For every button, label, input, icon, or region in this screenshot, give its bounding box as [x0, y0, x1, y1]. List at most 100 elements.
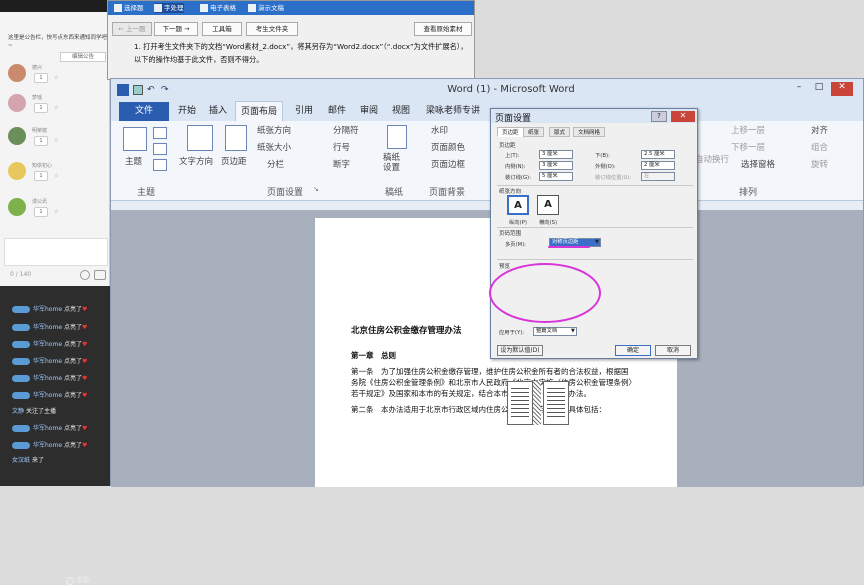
gutter-field[interactable]: 5 厘米 [539, 172, 573, 181]
user-action-icon[interactable]: ☆ [54, 209, 58, 215]
text-direction-icon[interactable] [187, 125, 213, 151]
breaks-button[interactable]: 分隔符 [333, 124, 359, 136]
user-action-icon[interactable]: ☆ [54, 138, 58, 144]
landscape-label: 横向(S) [539, 220, 558, 226]
auto-wrap-button[interactable]: 自动换行 [695, 153, 729, 165]
tab-doc-grid[interactable]: 文档网格 [573, 127, 606, 137]
ribbon: 主题 文字方向 页边距 纸张方向 纸张大小 分栏 分隔符 行号 断字 稿纸设置 … [111, 121, 863, 201]
size-button[interactable]: 纸张大小 [257, 141, 291, 153]
window-title: Word (1) - Microsoft Word [447, 84, 575, 95]
chevron-down-icon[interactable]: ▼ [595, 239, 599, 245]
tab-mailings[interactable]: 邮件 [323, 101, 351, 121]
tab-layout[interactable]: 版式 [549, 127, 571, 137]
page-setup-launcher-icon[interactable]: ↘ [313, 185, 319, 193]
margins-section-label: 页边距 [499, 143, 516, 149]
user-item[interactable]: 德兴 1 ☆ [8, 64, 108, 84]
folder-button[interactable]: 考生文件夹 [246, 22, 298, 36]
draft-icon[interactable] [387, 125, 407, 149]
rotate-button[interactable]: 旋转 [811, 158, 828, 170]
tab-view[interactable]: 视图 [387, 101, 415, 121]
help-button[interactable]: ? 求助 [66, 575, 90, 585]
level-badge [12, 341, 30, 348]
orientation-button[interactable]: 纸张方向 [257, 124, 291, 136]
tab-excel[interactable]: 电子表格 [200, 3, 236, 13]
minimize-button[interactable]: – [791, 82, 807, 96]
char-counter: 0 / 140 [10, 271, 32, 278]
fonts-icon[interactable] [153, 143, 167, 155]
theme-icon[interactable] [123, 127, 147, 151]
redo-icon[interactable]: ↷ [161, 85, 169, 95]
count-badge[interactable]: 1 [34, 171, 48, 181]
chat-input[interactable] [4, 238, 108, 266]
tab-insert[interactable]: 插入 [204, 101, 232, 121]
effects-icon[interactable] [153, 159, 167, 171]
avatar [8, 64, 26, 82]
count-badge[interactable]: 1 [34, 136, 48, 146]
count-badge[interactable]: 1 [34, 207, 48, 217]
close-button[interactable]: ✕ [831, 82, 853, 96]
list-item: 女汉纸 来了 [12, 457, 44, 464]
tab-custom[interactable]: 梁咏老师专讲 [421, 101, 485, 121]
tab-page-layout[interactable]: 页面布局 [235, 101, 284, 121]
user-item[interactable]: 漫公讯 1 ☆ [8, 198, 108, 218]
maximize-button[interactable]: □ [811, 82, 827, 96]
save-icon[interactable] [133, 85, 143, 95]
landscape-option[interactable]: A [537, 195, 559, 215]
toolbox-button[interactable]: 工具箱 [202, 22, 242, 36]
user-action-icon[interactable]: ☆ [54, 173, 58, 179]
bottom-margin-field[interactable]: 2.5 厘米 [641, 150, 675, 159]
cancel-button[interactable]: 取消 [655, 345, 691, 356]
tab-margins[interactable]: 页边距 [497, 127, 524, 137]
help-icon[interactable]: ? [651, 111, 667, 122]
columns-button[interactable]: 分栏 [267, 158, 284, 170]
ok-button[interactable]: 确定 [615, 345, 651, 356]
chevron-down-icon[interactable]: ▼ [571, 328, 575, 334]
edit-notice-button[interactable]: 编辑公告 [60, 52, 106, 62]
image-icon[interactable] [94, 270, 106, 280]
set-default-button[interactable]: 设为默认值(D) [497, 345, 543, 356]
user-action-icon[interactable]: ☆ [54, 75, 58, 81]
top-margin-field[interactable]: 3 厘米 [539, 150, 573, 159]
count-badge[interactable]: 1 [34, 73, 48, 83]
emoji-icon[interactable] [80, 270, 90, 280]
portrait-option[interactable]: A [507, 195, 529, 215]
tab-references[interactable]: 引用 [290, 101, 318, 121]
tab-review[interactable]: 审阅 [355, 101, 383, 121]
user-item[interactable]: 知依初心 1 ☆ [8, 162, 108, 182]
tab-file[interactable]: 文件 [119, 102, 169, 121]
top-label: 上(T): [505, 153, 520, 159]
selection-pane-button[interactable]: 选择窗格 [741, 158, 775, 170]
inner-margin-field[interactable]: 3 厘米 [539, 161, 573, 170]
tab-choice[interactable]: 选择题 [114, 3, 144, 13]
view-source-button[interactable]: 查看原始素材 [414, 22, 472, 36]
tab-ppt[interactable]: 演示文稿 [248, 3, 284, 13]
colors-icon[interactable] [153, 127, 167, 139]
page-color-button[interactable]: 页面颜色 [431, 141, 465, 153]
help-label: 求助 [76, 576, 90, 584]
bring-forward-button[interactable]: 上移一层 [731, 124, 765, 136]
tab-home[interactable]: 开始 [173, 101, 201, 121]
margins-icon[interactable] [225, 125, 247, 151]
page-border-button[interactable]: 页面边框 [431, 158, 465, 170]
prev-button[interactable]: ← 上一题 [112, 22, 152, 36]
orientation-section-label: 纸张方向 [499, 189, 522, 195]
close-icon[interactable]: ✕ [671, 111, 695, 122]
user-action-icon[interactable]: ☆ [54, 105, 58, 111]
exam-window: 选择题 字处理 电子表格 演示文稿 ← 上一题 下一题 → 工具箱 考生文件夹 … [107, 0, 475, 80]
align-button[interactable]: 对齐 [811, 124, 828, 136]
tab-word[interactable]: 字处理 [154, 3, 184, 13]
next-button[interactable]: 下一题 → [154, 22, 198, 36]
gutter-pos-select[interactable]: 左 [641, 172, 675, 181]
undo-icon[interactable]: ↶ [147, 85, 155, 95]
user-name: 德兴 [32, 65, 43, 71]
send-backward-button[interactable]: 下移一层 [731, 141, 765, 153]
user-item[interactable]: 明荣镜 1 ☆ [8, 127, 108, 147]
tab-paper[interactable]: 纸张 [523, 127, 545, 137]
hyphenation-button[interactable]: 断字 [333, 158, 350, 170]
watermark-button[interactable]: 水印 [431, 124, 448, 136]
count-badge[interactable]: 1 [34, 103, 48, 113]
line-numbers-button[interactable]: 行号 [333, 141, 350, 153]
group-button[interactable]: 组合 [811, 141, 828, 153]
user-item[interactable]: 梦瑶 1 ☆ [8, 94, 108, 114]
outer-margin-field[interactable]: 2 厘米 [641, 161, 675, 170]
